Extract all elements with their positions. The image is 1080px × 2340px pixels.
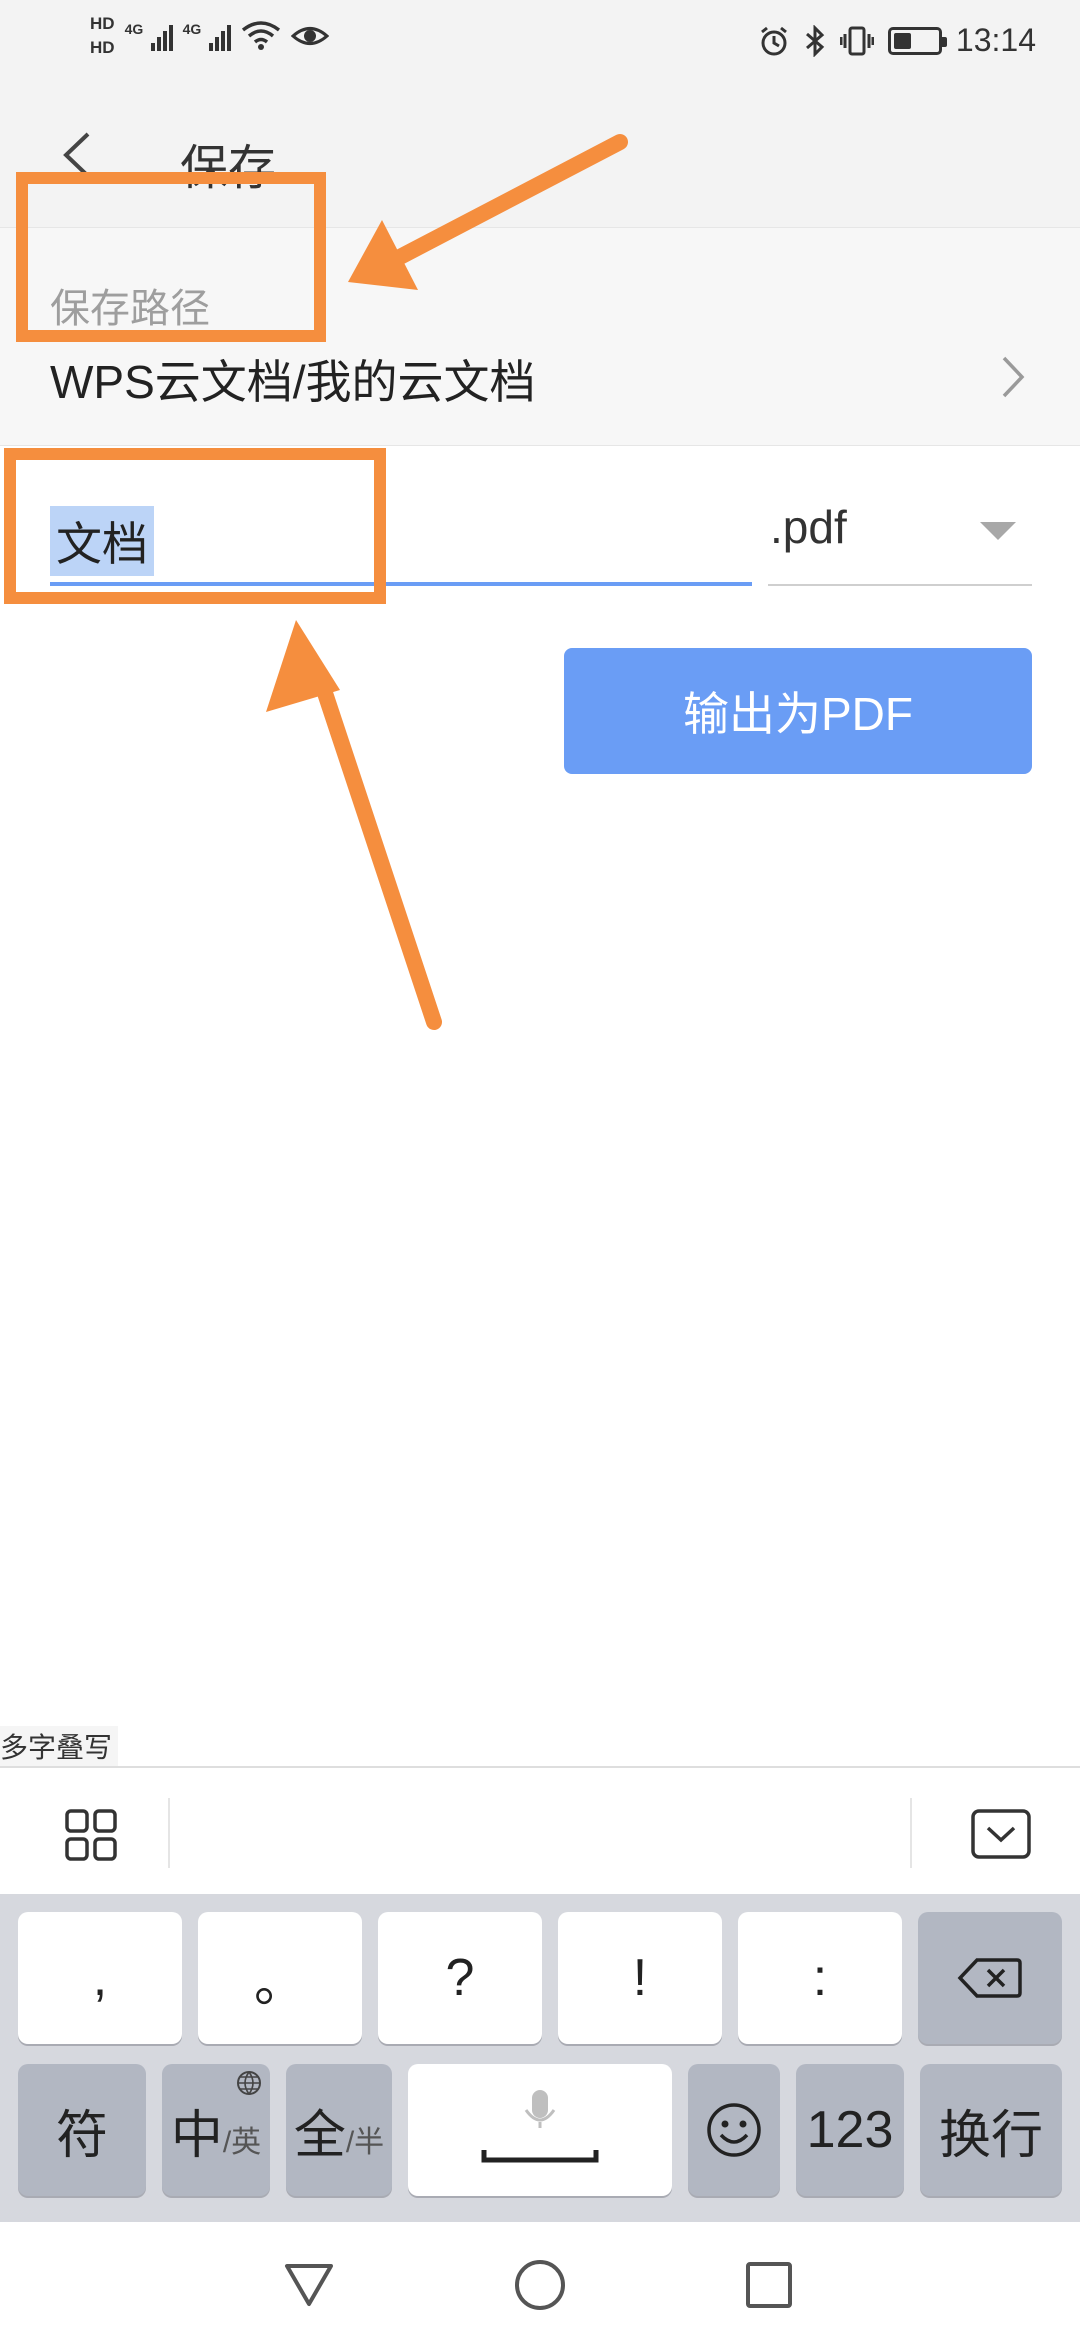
toolbar-divider	[168, 1798, 170, 1868]
full-width-label: 全	[293, 2106, 346, 2165]
chinese-english-key[interactable]: 中/英	[162, 2064, 270, 2196]
english-label: /英	[222, 2126, 262, 2159]
full-half-width-key[interactable]: 全/半	[286, 2064, 392, 2196]
home-circle-icon[interactable]	[513, 2258, 567, 2312]
key-period[interactable]: 。	[198, 1912, 362, 2044]
annotation-arrows	[266, 134, 628, 1030]
microphone-icon	[481, 2090, 599, 2163]
annotation-arrow-2	[266, 620, 442, 1030]
keyboard-hide-icon[interactable]	[970, 1808, 1032, 1860]
space-key[interactable]	[408, 2064, 672, 2196]
globe-icon	[237, 2071, 261, 2095]
toolbar-divider	[910, 1798, 912, 1868]
emoji-key[interactable]	[688, 2064, 780, 2196]
half-width-label: /半	[345, 2126, 385, 2159]
navigation-bar	[0, 2222, 1080, 2340]
key-exclamation[interactable]: !	[558, 1912, 722, 2044]
keyboard-hint: 多字叠写	[0, 1726, 119, 1766]
key-question[interactable]: ?	[378, 1912, 542, 2044]
annotation-arrow-1	[348, 134, 628, 290]
chinese-label: 中	[170, 2106, 223, 2165]
numeric-key[interactable]: 123	[796, 2064, 904, 2196]
recents-square-icon[interactable]	[742, 2258, 796, 2312]
keyboard-toolbar	[0, 1766, 1080, 1894]
symbol-key[interactable]: 符	[18, 2064, 146, 2196]
back-triangle-icon[interactable]	[282, 2258, 336, 2312]
keyboard: , 。 ? ! : 符 中/英 全/半 123 换行	[0, 1894, 1080, 2222]
key-comma[interactable]: ,	[18, 1912, 182, 2044]
keyboard-hint-bar: 多字叠写	[0, 1720, 1080, 1766]
grid-icon[interactable]	[64, 1808, 118, 1862]
key-colon[interactable]: :	[738, 1912, 902, 2044]
backspace-key[interactable]	[918, 1912, 1062, 2044]
smiley-icon	[707, 2103, 761, 2157]
enter-key[interactable]: 换行	[920, 2064, 1062, 2196]
backspace-icon	[957, 1958, 1022, 1998]
